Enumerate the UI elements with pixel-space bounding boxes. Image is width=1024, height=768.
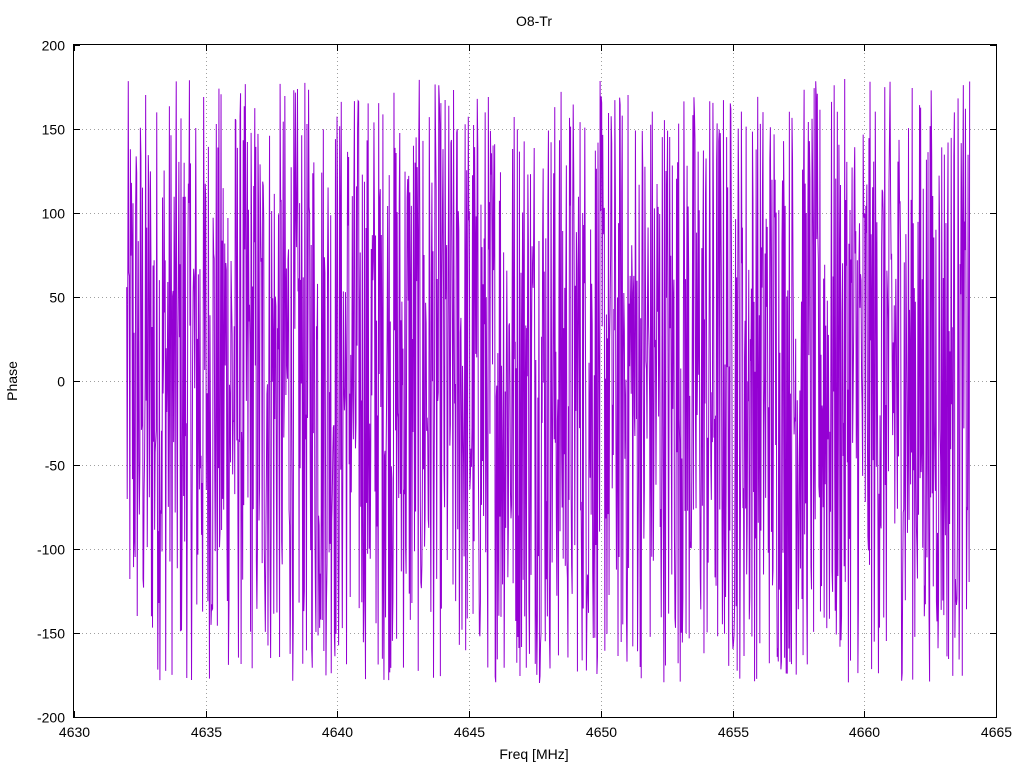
x-tick-label: 4665 [981,724,1012,740]
y-axis-title: Phase [4,361,20,401]
y-tick-label: 200 [42,38,66,54]
x-tick-label: 4660 [849,724,880,740]
y-tick-label: -150 [37,626,65,642]
x-tick-label: 4645 [454,724,485,740]
x-axis-title: Freq [MHz] [499,746,568,762]
phase-series-line [126,79,971,684]
chart-title: O8-Tr [516,13,552,29]
series-layer [126,79,971,684]
y-tick-label: 50 [49,290,65,306]
phase-chart: -200-150-100-500501001502004630 4635 4640 4… [4,13,1012,762]
y-tick-label: -100 [37,542,65,558]
x-tick-label: 4650 [586,724,617,740]
y-tick-label: -50 [45,458,65,474]
x-tick-label: 4640 [322,724,353,740]
x-tick-label: 4655 [718,724,749,740]
y-tick-label: 100 [42,206,66,222]
y-tick-label: 0 [57,374,65,390]
x-tick-label: 4630 [59,724,90,740]
x-tick-label: 4635 [191,724,222,740]
y-tick-label: 150 [42,122,66,138]
